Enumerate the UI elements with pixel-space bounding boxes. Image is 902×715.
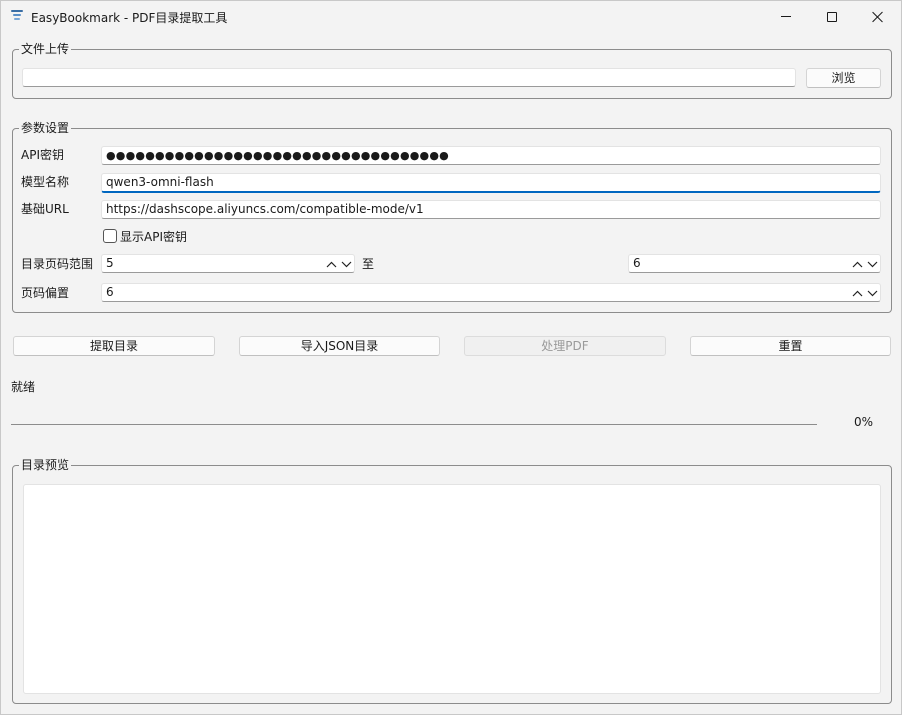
process-pdf-button[interactable]: 处理PDF [464,336,666,356]
chevron-down-icon[interactable] [341,261,352,268]
chevron-down-icon[interactable] [867,261,878,268]
params-group-title: 参数设置 [19,121,72,135]
browse-button[interactable]: 浏览 [806,68,881,88]
range-start-value: 5 [106,256,114,270]
toc-preview-group-title: 目录预览 [19,458,72,472]
minimize-button[interactable] [763,1,809,32]
chevron-up-icon[interactable] [326,261,337,268]
range-end-stepper[interactable] [852,256,878,272]
title-bar[interactable]: EasyBookmark - PDF目录提取工具 [1,1,901,32]
toc-preview-textarea[interactable] [23,484,881,694]
range-end-spinbox[interactable]: 6 [628,254,881,273]
model-name-label: 模型名称 [21,175,70,189]
maximize-button[interactable] [809,1,855,32]
file-upload-group-title: 文件上传 [19,42,72,56]
close-icon [872,11,884,23]
model-name-input[interactable]: qwen3-omni-flash [101,173,881,193]
close-button[interactable] [855,1,901,32]
chevron-down-icon[interactable] [867,290,878,297]
page-offset-label: 页码偏置 [21,286,70,300]
progress-bar [11,424,817,425]
page-range-label: 目录页码范围 [21,257,94,271]
page-offset-value: 6 [106,285,114,299]
page-offset-stepper[interactable] [852,285,878,301]
api-key-input[interactable]: ●●●●●●●●●●●●●●●●●●●●●●●●●●●●●●●●●●● [101,146,881,165]
show-api-key-checkbox[interactable] [103,229,117,243]
status-text: 就绪 [11,380,36,394]
show-api-key-label[interactable]: 显示API密钥 [120,230,187,244]
maximize-icon [827,11,837,22]
extract-toc-button[interactable]: 提取目录 [13,336,215,356]
page-offset-spinbox[interactable]: 6 [101,283,881,302]
import-json-button[interactable]: 导入JSON目录 [239,336,440,356]
range-start-spinbox[interactable]: 5 [101,254,355,273]
chevron-up-icon[interactable] [852,261,863,268]
minimize-icon [781,16,791,17]
chevron-up-icon[interactable] [852,290,863,297]
range-start-stepper[interactable] [326,256,352,272]
base-url-label: 基础URL [21,202,69,216]
range-end-value: 6 [633,256,641,270]
app-window: EasyBookmark - PDF目录提取工具 文件上传 浏览 参数设置 AP… [0,0,902,715]
reset-button[interactable]: 重置 [690,336,891,356]
file-path-input[interactable] [22,68,796,87]
api-key-label: API密钥 [21,148,64,162]
window-title: EasyBookmark - PDF目录提取工具 [31,11,228,25]
app-list-icon [11,10,23,22]
progress-percent: 0% [854,415,874,429]
base-url-input[interactable]: https://dashscope.aliyuncs.com/compatibl… [101,200,881,219]
range-to-label: 至 [362,257,375,271]
